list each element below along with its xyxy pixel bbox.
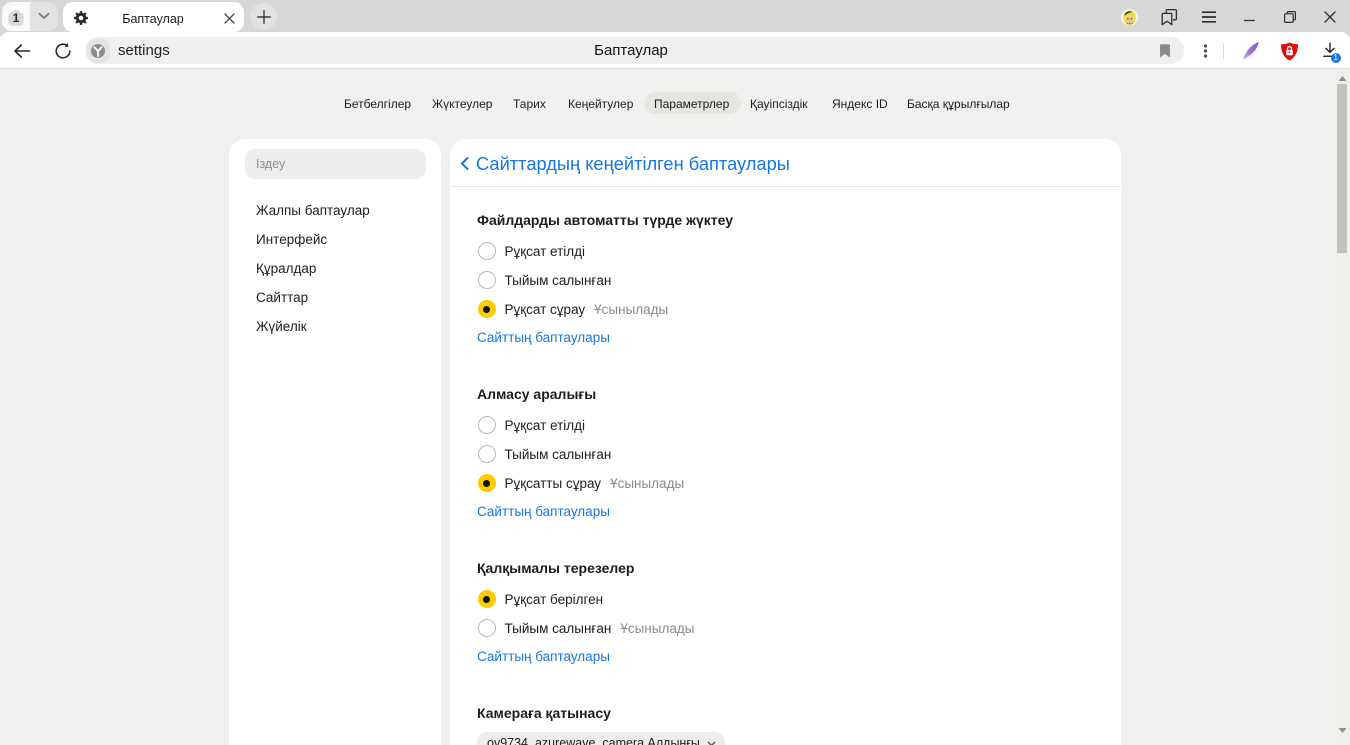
svg-text:1: 1 bbox=[12, 11, 19, 25]
